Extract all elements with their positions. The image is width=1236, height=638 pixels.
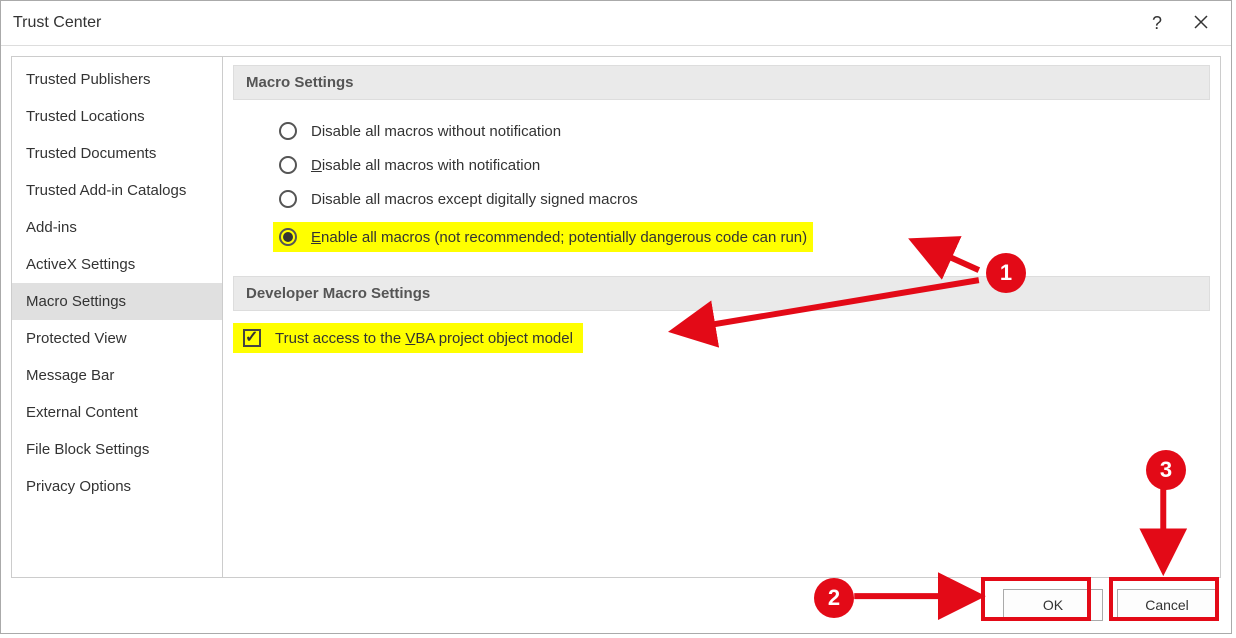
window-title: Trust Center [13, 14, 1135, 32]
radio-label: Disable all macros except digitally sign… [311, 191, 638, 208]
radio-label: Disable all macros with notification [311, 157, 540, 174]
radio-disable-no-notification[interactable]: Disable all macros without notification [273, 116, 1210, 146]
sidebar-item-external-content[interactable]: External Content [12, 394, 222, 431]
sidebar: Trusted Publishers Trusted Locations Tru… [11, 56, 223, 578]
sidebar-item-trusted-locations[interactable]: Trusted Locations [12, 98, 222, 135]
sidebar-item-trusted-publishers[interactable]: Trusted Publishers [12, 61, 222, 98]
macro-settings-header: Macro Settings [233, 65, 1210, 100]
radio-enable-all-macros[interactable]: Enable all macros (not recommended; pote… [273, 222, 813, 252]
checkbox-label: Trust access to the VBA project object m… [275, 330, 573, 347]
developer-macro-options: Trust access to the VBA project object m… [223, 311, 1220, 365]
close-icon [1194, 13, 1208, 34]
sidebar-item-file-block-settings[interactable]: File Block Settings [12, 431, 222, 468]
radio-icon [279, 190, 297, 208]
developer-macro-settings-header: Developer Macro Settings [233, 276, 1210, 311]
dialog-body: Trusted Publishers Trusted Locations Tru… [1, 46, 1231, 578]
radio-icon [279, 228, 297, 246]
checkbox-icon [243, 329, 261, 347]
radio-icon [279, 122, 297, 140]
radio-disable-except-signed[interactable]: Disable all macros except digitally sign… [273, 184, 1210, 214]
sidebar-item-trusted-documents[interactable]: Trusted Documents [12, 135, 222, 172]
radio-label: Disable all macros without notification [311, 123, 561, 140]
sidebar-item-message-bar[interactable]: Message Bar [12, 357, 222, 394]
sidebar-item-macro-settings[interactable]: Macro Settings [12, 283, 222, 320]
sidebar-item-privacy-options[interactable]: Privacy Options [12, 468, 222, 505]
checkbox-trust-vba-access[interactable]: Trust access to the VBA project object m… [233, 323, 583, 353]
sidebar-item-activex-settings[interactable]: ActiveX Settings [12, 246, 222, 283]
sidebar-item-add-ins[interactable]: Add-ins [12, 209, 222, 246]
dialog-footer: OK Cancel [1, 577, 1231, 633]
trust-center-dialog: Trust Center ? Trusted Publishers Truste… [0, 0, 1232, 634]
content-pane: Macro Settings Disable all macros withou… [223, 56, 1221, 578]
sidebar-item-protected-view[interactable]: Protected View [12, 320, 222, 357]
help-icon: ? [1152, 13, 1162, 34]
ok-label: OK [1043, 597, 1063, 613]
radio-icon [279, 156, 297, 174]
help-button[interactable]: ? [1135, 1, 1179, 45]
cancel-button[interactable]: Cancel [1117, 589, 1217, 621]
ok-button[interactable]: OK [1003, 589, 1103, 621]
radio-label: Enable all macros (not recommended; pote… [311, 229, 807, 246]
cancel-label: Cancel [1145, 597, 1189, 613]
macro-settings-options: Disable all macros without notification … [223, 100, 1220, 268]
titlebar: Trust Center ? [1, 1, 1231, 46]
sidebar-item-trusted-addin-catalogs[interactable]: Trusted Add-in Catalogs [12, 172, 222, 209]
close-button[interactable] [1179, 1, 1223, 45]
radio-disable-with-notification[interactable]: Disable all macros with notification [273, 150, 1210, 180]
